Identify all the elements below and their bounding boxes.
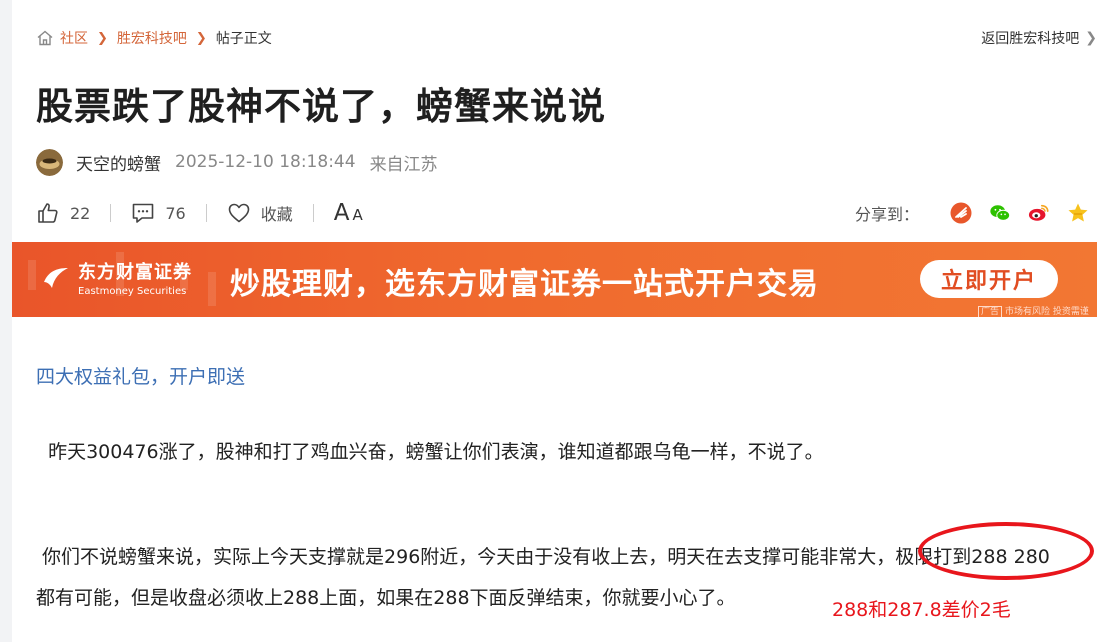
breadcrumb-community[interactable]: 社区: [60, 28, 88, 48]
post-time: 2025-12-10 18:18:44: [175, 152, 356, 172]
eastmoney-logo-icon: [44, 267, 68, 288]
eastmoney-logo: 东方财富证券 Eastmoney Securities: [40, 258, 192, 297]
open-account-button[interactable]: 立即开户: [920, 260, 1058, 298]
share-eastmoney-icon[interactable]: [950, 202, 972, 224]
action-bar: 22 76 收藏 AA: [36, 199, 363, 227]
font-size-large: A: [333, 200, 350, 226]
highlight-circle-annotation: [918, 522, 1094, 580]
decor-candle: [208, 272, 216, 306]
like-button[interactable]: 22: [36, 201, 90, 225]
collect-button[interactable]: 收藏: [227, 201, 293, 225]
divider: [312, 204, 314, 222]
share-label: 分享到：: [854, 205, 919, 224]
red-annotation-note: 288和287.8差价2毛: [832, 599, 1011, 621]
post-paragraph-2: 你们不说螃蟹来说，实际上今天支撑就是296附近，今天由于没有收上去，明天在去支撑…: [36, 546, 1050, 568]
breadcrumb: 社区 ❯ 胜宏科技吧 ❯ 帖子正文: [36, 28, 272, 48]
home-icon[interactable]: [36, 29, 54, 47]
risk-text: 市场有风险 投资需谨: [1005, 307, 1089, 317]
font-size-button[interactable]: AA: [334, 200, 363, 226]
promo-link[interactable]: 四大权益礼包，开户即送: [36, 362, 245, 389]
like-count: 22: [70, 203, 91, 223]
banner-slogan: 炒股理财，选东方财富证券一站式开户交易: [230, 267, 819, 302]
chevron-right-icon: ❯: [195, 30, 207, 46]
post-location: 来自江苏: [369, 154, 438, 175]
share-weibo-icon[interactable]: [1028, 202, 1050, 224]
share-bar: 分享到：: [855, 199, 1089, 227]
comment-button[interactable]: 76: [131, 201, 186, 225]
font-size-small: A: [352, 206, 363, 224]
avatar[interactable]: [36, 148, 63, 176]
decor-candle: [28, 260, 36, 290]
post-paragraph-1: 昨天300476涨了，股神和打了鸡血兴奋，螃蟹让你们表演，谁知道都跟乌龟一样，不…: [36, 441, 824, 463]
back-link-label[interactable]: 返回胜宏科技吧: [981, 28, 1079, 48]
author-row: 天空的螃蟹 2025-12-10 18:18:44 来自江苏: [36, 148, 438, 176]
breadcrumb-forum[interactable]: 胜宏科技吧: [117, 28, 187, 48]
comment-icon: [133, 203, 154, 223]
ad-banner[interactable]: 东方财富证券 Eastmoney Securities 炒股理财，选东方财富证券…: [12, 242, 1097, 317]
post-card: 社区 ❯ 胜宏科技吧 ❯ 帖子正文 返回胜宏科技吧 ❯ 股票跌了股神不说了，螃蟹…: [12, 0, 1097, 642]
risk-notice: 广告 市场有风险 投资需谨: [978, 304, 1089, 317]
post-title: 股票跌了股神不说了，螃蟹来说说: [36, 85, 606, 128]
chevron-right-icon: ❯: [1085, 30, 1097, 46]
divider: [110, 204, 112, 222]
post-paragraph-3: 都有可能，但是收盘必须收上288上面，如果在288下面反弹结束，你就要小心了。: [36, 587, 736, 609]
comment-count: 76: [165, 203, 186, 223]
breadcrumb-current: 帖子正文: [215, 31, 272, 47]
thumbs-up-icon: [38, 203, 58, 223]
back-to-forum-link[interactable]: 返回胜宏科技吧 ❯: [981, 28, 1097, 48]
divider: [205, 204, 207, 222]
author-name[interactable]: 天空的螃蟹: [76, 150, 161, 175]
heart-icon: [228, 203, 250, 223]
collect-label: 收藏: [260, 205, 293, 224]
brand-name-en: Eastmoney Securities: [78, 286, 187, 297]
share-favorite-icon[interactable]: [1067, 202, 1089, 224]
chevron-right-icon: ❯: [97, 30, 108, 46]
share-wechat-icon[interactable]: [989, 202, 1011, 224]
brand-name-cn: 东方财富证券: [78, 262, 192, 283]
ad-tag: 广告: [978, 306, 1003, 317]
